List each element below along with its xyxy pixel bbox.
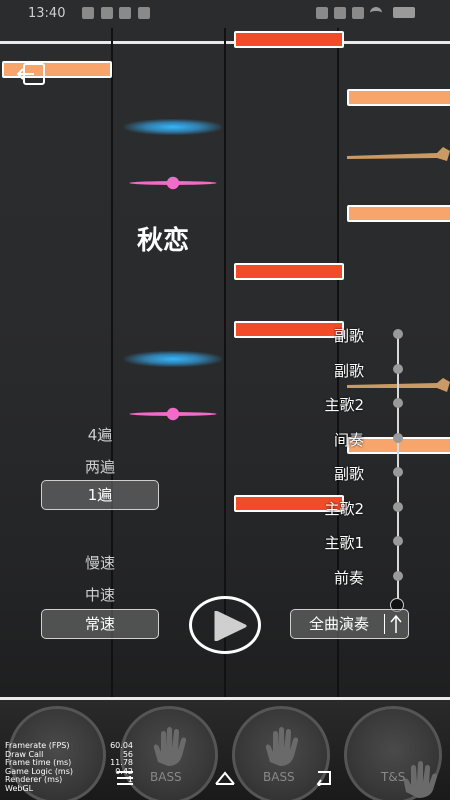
speed-option[interactable]: 中速 — [41, 584, 159, 605]
repeat-option[interactable]: 两遍 — [41, 456, 159, 477]
section-dot[interactable] — [393, 433, 403, 443]
section-dot[interactable] — [393, 502, 403, 512]
back-icon[interactable] — [314, 770, 334, 786]
battery-icon — [393, 7, 415, 18]
section-dot[interactable] — [393, 329, 403, 339]
stat-row: WebGL — [5, 783, 133, 794]
status-time: 13:40 — [28, 6, 66, 21]
menu-icon[interactable] — [116, 770, 134, 786]
note-blue — [124, 351, 222, 367]
section-label[interactable]: 主歌1 — [324, 532, 364, 553]
note-blue — [124, 119, 222, 135]
section-label[interactable]: 主歌2 — [324, 394, 364, 415]
drum-label: T&S — [381, 770, 406, 784]
note-red — [234, 263, 344, 280]
note-brown — [347, 147, 450, 161]
note-pink — [129, 176, 217, 190]
speed-option[interactable]: 慢速 — [41, 552, 159, 573]
wifi-icon — [370, 7, 382, 15]
game-stage: 13:40 秋恋 副歌 副歌 主歌2 间奏 副歌 主歌2 主歌1 前奏 4遍 两… — [0, 0, 450, 800]
drum-label: BASS — [150, 770, 182, 784]
section-label[interactable]: 主歌2 — [324, 498, 364, 519]
play-icon — [214, 611, 247, 641]
note-pink — [129, 407, 217, 421]
mail-icon — [138, 7, 150, 19]
hand-icon — [403, 761, 438, 798]
divider — [384, 614, 385, 634]
arrow-up-icon[interactable] — [389, 614, 403, 634]
full-song-label: 全曲演奏 — [309, 615, 370, 633]
tiktok-icon — [119, 7, 131, 19]
section-label[interactable]: 前奏 — [334, 567, 364, 588]
data-icon — [352, 7, 364, 19]
notification-icon — [82, 7, 94, 19]
status-bar: 13:40 — [0, 0, 450, 28]
note-red — [234, 31, 344, 48]
section-dot[interactable] — [393, 536, 403, 546]
stat-label: WebGL — [5, 783, 34, 793]
hand-icon — [265, 727, 299, 766]
play-button[interactable] — [189, 596, 261, 654]
notification-icon — [101, 7, 113, 19]
speed-selected-button[interactable]: 常速 — [41, 609, 159, 639]
drum-label: BASS — [263, 770, 295, 784]
note-orange — [347, 205, 450, 222]
exit-icon[interactable] — [16, 63, 48, 85]
section-dot[interactable] — [393, 364, 403, 374]
section-dot[interactable] — [393, 398, 403, 408]
debug-stats: Framerate (FPS) 60.04 Draw Call 56 Frame t… — [5, 741, 133, 794]
section-label[interactable]: 副歌 — [334, 360, 364, 381]
signal-icon — [334, 7, 346, 19]
hand-icon — [153, 727, 187, 766]
note-orange — [347, 89, 450, 106]
section-label[interactable]: 副歌 — [334, 325, 364, 346]
note-red — [234, 321, 344, 338]
section-dot[interactable] — [393, 571, 403, 581]
section-label[interactable]: 副歌 — [334, 463, 364, 484]
section-dot[interactable] — [393, 467, 403, 477]
repeat-selected-button[interactable]: 1遍 — [41, 480, 159, 510]
home-icon[interactable] — [214, 770, 236, 786]
repeat-option[interactable]: 4遍 — [41, 424, 159, 445]
song-title: 秋恋 — [137, 226, 190, 256]
section-label[interactable]: 间奏 — [334, 429, 364, 450]
vibrate-icon — [316, 7, 328, 19]
